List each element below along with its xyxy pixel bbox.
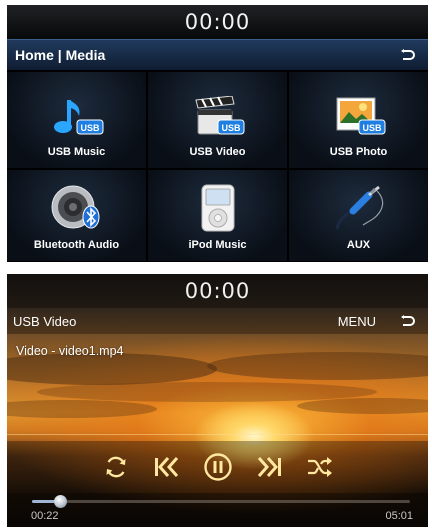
tile-usb-photo[interactable]: USB USB Photo [289, 72, 428, 168]
next-icon [257, 457, 281, 477]
clock: 00:00 [184, 279, 251, 303]
back-button[interactable] [398, 45, 418, 65]
back-arrow-icon [401, 49, 415, 60]
breadcrumb: Home | Media [15, 47, 106, 63]
status-bar: 00:00 [7, 5, 428, 39]
elapsed-time: 00:22 [31, 510, 59, 522]
media-source-grid: USB USB Music USB USB Video USB USB Phot… [7, 71, 428, 261]
usb-music-icon: USB [53, 100, 103, 135]
total-time: 05:01 [385, 510, 413, 522]
menu-button[interactable]: MENU [338, 314, 376, 329]
page-title: USB Video [13, 313, 77, 329]
progress-knob[interactable] [53, 495, 67, 508]
repeat-icon [106, 456, 125, 478]
tile-usb-video[interactable]: USB USB Video [148, 72, 287, 168]
tile-ipod-music[interactable]: iPod Music [148, 170, 287, 261]
usb-badge: USB [80, 123, 100, 133]
tile-aux[interactable]: AUX [289, 170, 428, 261]
next-button[interactable] [253, 451, 285, 483]
tile-label: USB Photo [329, 146, 388, 158]
progress-area: 00:22 05:01 [7, 493, 428, 527]
media-home-screen: 00:00 Home | Media USB USB Music USB USB… [7, 5, 428, 262]
bluetooth-audio-icon [51, 185, 99, 229]
usb-photo-icon: USB [336, 97, 385, 135]
progress-bar[interactable] [32, 495, 410, 508]
shuffle-icon [307, 457, 332, 477]
tile-label: Bluetooth Audio [33, 239, 120, 251]
usb-badge: USB [221, 123, 241, 133]
previous-button[interactable] [151, 451, 183, 483]
tile-label: AUX [346, 239, 371, 251]
back-arrow-icon [401, 315, 415, 326]
repeat-button[interactable] [100, 451, 132, 483]
video-filename: Video - video1.mp4 [16, 344, 124, 358]
header-bar: USB Video MENU [7, 308, 428, 334]
usb-video-icon: USB [194, 96, 244, 135]
usb-video-screen: 00:00 USB Video MENU Video - video1.mp4 [7, 274, 428, 527]
status-bar: 00:00 [7, 274, 428, 308]
pause-button[interactable] [202, 451, 234, 483]
back-button[interactable] [398, 311, 418, 331]
tile-usb-music[interactable]: USB USB Music [7, 72, 146, 168]
aux-cable-icon [335, 185, 383, 230]
previous-icon [154, 457, 178, 477]
ipod-icon [201, 184, 234, 232]
shuffle-button[interactable] [304, 451, 336, 483]
playback-controls [7, 441, 428, 493]
usb-badge: USB [362, 123, 382, 133]
tile-label: iPod Music [188, 239, 247, 251]
header-bar: Home | Media [7, 39, 428, 71]
clock: 00:00 [184, 10, 251, 34]
tile-bluetooth-audio[interactable]: Bluetooth Audio [7, 170, 146, 261]
header-actions: MENU [338, 311, 418, 331]
tile-label: USB Video [189, 146, 246, 158]
pause-icon [203, 453, 232, 481]
tile-label: USB Music [47, 146, 106, 158]
